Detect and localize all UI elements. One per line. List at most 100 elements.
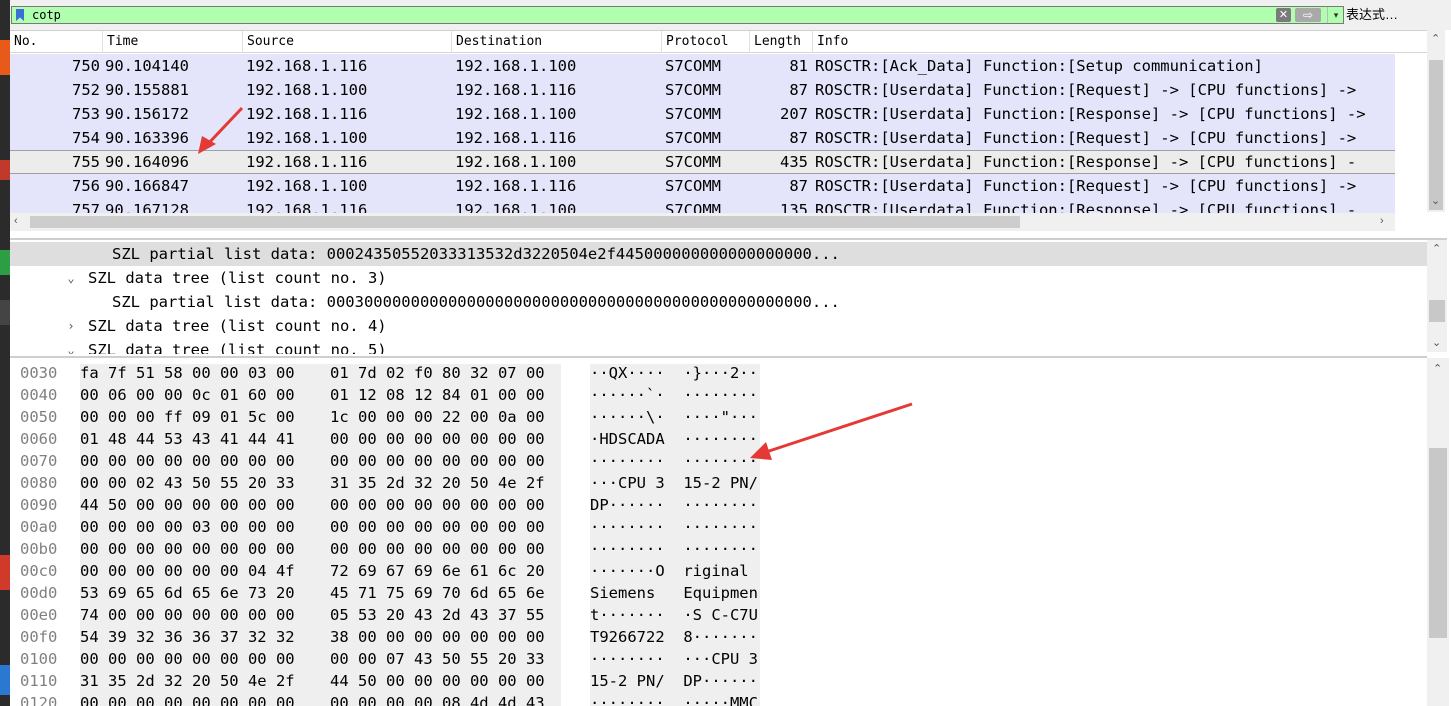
- packet-cell-proto: S7COMM: [665, 81, 721, 99]
- column-header-info[interactable]: Info: [812, 31, 1427, 53]
- packet-cell-time: 90.166847: [105, 177, 189, 195]
- collapse-chevron-icon[interactable]: ⌄: [64, 338, 78, 354]
- packet-row[interactable]: 757 90.167128 192.168.1.116 192.168.1.100 S7…: [10, 198, 1395, 214]
- details-tree-label: SZL partial list data: 00030000000000000…: [112, 293, 840, 311]
- desktop-edge: [0, 0, 10, 706]
- packet-cell-info: ROSCTR:[Userdata] Function:[Request] -> …: [815, 177, 1357, 195]
- packet-cell-len: 135: [780, 201, 808, 214]
- scroll-up-icon[interactable]: ⌃: [1433, 362, 1442, 375]
- hex-bytes-first-half: 00 06 00 00 0c 01 60 00: [80, 386, 295, 404]
- scroll-right-icon[interactable]: ›: [1380, 215, 1384, 227]
- details-vertical-scrollbar[interactable]: ⌃ ⌄: [1427, 240, 1447, 352]
- display-filter-field[interactable]: ✕ ⇨ ▾: [11, 6, 1344, 24]
- details-tree-item[interactable]: SZL partial list data: 00030000000000000…: [10, 290, 1427, 314]
- packet-row[interactable]: 750 90.104140 192.168.1.116 192.168.1.100 S7…: [10, 54, 1395, 78]
- packet-cell-dst: 192.168.1.116: [455, 177, 577, 195]
- packet-cell-no: 753: [72, 105, 100, 123]
- filter-history-dropdown-icon[interactable]: ▾: [1327, 7, 1344, 23]
- scroll-thumb[interactable]: [1429, 300, 1445, 322]
- packet-list-header: No. Time Source Destination Protocol Len…: [10, 31, 1427, 53]
- packet-list-horizontal-scrollbar[interactable]: ‹ ›: [10, 213, 1395, 231]
- expand-chevron-icon[interactable]: ›: [64, 314, 78, 338]
- hex-ascii: ········ ········: [590, 518, 758, 536]
- scroll-down-icon[interactable]: ⌄: [1431, 194, 1440, 207]
- packet-list-vertical-scrollbar[interactable]: ⌃ ⌄: [1427, 30, 1445, 212]
- bytes-vertical-scrollbar[interactable]: ⌃: [1427, 358, 1449, 706]
- collapse-chevron-icon[interactable]: ⌄: [64, 266, 78, 290]
- packet-bytes-pane: 0030 fa 7f 51 58 00 00 03 00 01 7d 02 f0 8…: [10, 356, 1427, 706]
- packet-cell-proto: S7COMM: [665, 105, 721, 123]
- packet-cell-src: 192.168.1.116: [246, 105, 368, 123]
- hex-bytes-second-half: 01 7d 02 f0 80 32 07 00: [330, 364, 545, 382]
- bookmark-icon[interactable]: [15, 9, 25, 21]
- hex-ascii: ·······O riginal: [590, 562, 758, 580]
- scroll-thumb[interactable]: [1429, 448, 1447, 638]
- column-header-length[interactable]: Length: [749, 31, 812, 53]
- hex-offset: 0090: [20, 496, 58, 514]
- packet-cell-time: 90.163396: [105, 129, 189, 147]
- hex-ascii: 15-2 PN/ DP······: [590, 672, 758, 690]
- packet-cell-info: ROSCTR:[Ack_Data] Function:[Setup commun…: [815, 57, 1263, 75]
- packet-row[interactable]: 756 90.166847 192.168.1.100 192.168.1.116 S7…: [10, 174, 1395, 198]
- column-header-no[interactable]: No.: [10, 31, 102, 53]
- packet-cell-dst: 192.168.1.100: [455, 201, 577, 214]
- details-tree-label: SZL partial list data: 00024350552033313…: [112, 245, 840, 263]
- hex-offset: 0060: [20, 430, 58, 448]
- column-header-destination[interactable]: Destination: [451, 31, 661, 53]
- details-tree-item[interactable]: SZL partial list data: 00024350552033313…: [10, 242, 1427, 266]
- details-tree-item[interactable]: ⌄ SZL data tree (list count no. 3): [10, 266, 1427, 290]
- hex-bytes-first-half: 53 69 65 6d 65 6e 73 20: [80, 584, 295, 602]
- hex-bytes-first-half: 00 00 00 00 00 00 00 00: [80, 694, 295, 706]
- packet-cell-src: 192.168.1.100: [246, 81, 368, 99]
- details-tree-item[interactable]: ⌄ SZL data tree (list count no. 5): [10, 338, 1427, 354]
- hex-bytes-first-half: 01 48 44 53 43 41 44 41: [80, 430, 295, 448]
- packet-row[interactable]: 754 90.163396 192.168.1.100 192.168.1.116 S7…: [10, 126, 1395, 150]
- column-header-protocol[interactable]: Protocol: [661, 31, 749, 53]
- hex-bytes-first-half: 00 00 00 00 00 00 00 00: [80, 540, 295, 558]
- scroll-up-icon[interactable]: ⌃: [1432, 242, 1441, 255]
- hex-ascii: ········ ···CPU 3: [590, 650, 758, 668]
- clear-filter-icon[interactable]: ✕: [1276, 8, 1291, 22]
- hex-bytes-second-half: 1c 00 00 00 22 00 0a 00: [330, 408, 545, 426]
- packet-cell-dst: 192.168.1.116: [455, 129, 577, 147]
- hex-bytes-second-half: 38 00 00 00 00 00 00 00: [330, 628, 545, 646]
- scroll-down-icon[interactable]: ⌄: [1432, 336, 1441, 349]
- packet-details-tree: SZL partial list data: 00024350552033313…: [10, 238, 1447, 354]
- packet-row[interactable]: 752 90.155881 192.168.1.100 192.168.1.116 S7…: [10, 78, 1395, 102]
- packet-cell-no: 750: [72, 57, 100, 75]
- hex-bytes-second-half: 45 71 75 69 70 6d 65 6e: [330, 584, 545, 602]
- packet-cell-info: ROSCTR:[Userdata] Function:[Response] ->…: [815, 105, 1366, 123]
- column-header-time[interactable]: Time: [102, 31, 242, 53]
- details-tree-label: SZL data tree (list count no. 4): [88, 317, 387, 335]
- packet-cell-proto: S7COMM: [665, 153, 721, 171]
- hex-offset: 00d0: [20, 584, 58, 602]
- hex-bytes-second-half: 01 12 08 12 84 01 00 00: [330, 386, 545, 404]
- apply-filter-icon[interactable]: ⇨: [1295, 8, 1321, 22]
- details-tree-label: SZL data tree (list count no. 3): [88, 269, 387, 287]
- details-tree-item[interactable]: › SZL data tree (list count no. 4): [10, 314, 1427, 338]
- packet-cell-src: 192.168.1.116: [246, 153, 368, 171]
- hex-bytes-first-half: 00 00 00 00 00 00 00 00: [80, 452, 295, 470]
- hex-offset: 0120: [20, 694, 58, 706]
- hex-ascii: ········ ·····MMC: [590, 694, 758, 706]
- scroll-thumb[interactable]: [30, 216, 1020, 228]
- hex-bytes-first-half: 74 00 00 00 00 00 00 00: [80, 606, 295, 624]
- hex-ascii: ···CPU 3 15-2 PN/: [590, 474, 758, 492]
- expression-button[interactable]: 表达式…: [1345, 6, 1415, 24]
- hex-bytes-second-half: 72 69 67 69 6e 61 6c 20: [330, 562, 545, 580]
- packet-cell-time: 90.156172: [105, 105, 189, 123]
- packet-cell-len: 435: [780, 153, 808, 171]
- scroll-left-icon[interactable]: ‹: [14, 215, 18, 227]
- packet-row[interactable]: 755 90.164096 192.168.1.116 192.168.1.100 S7…: [10, 150, 1395, 174]
- hex-offset: 00b0: [20, 540, 58, 558]
- packet-cell-src: 192.168.1.116: [246, 57, 368, 75]
- hex-ascii: ······\· ····"···: [590, 408, 758, 426]
- display-filter-input[interactable]: [32, 7, 1272, 23]
- packet-cell-info: ROSCTR:[Userdata] Function:[Request] -> …: [815, 129, 1357, 147]
- packet-cell-time: 90.155881: [105, 81, 189, 99]
- column-header-source[interactable]: Source: [242, 31, 451, 53]
- packet-row[interactable]: 753 90.156172 192.168.1.116 192.168.1.100 S7…: [10, 102, 1395, 126]
- packet-cell-len: 87: [789, 129, 808, 147]
- scroll-up-icon[interactable]: ⌃: [1431, 32, 1440, 45]
- scroll-thumb[interactable]: [1429, 60, 1443, 210]
